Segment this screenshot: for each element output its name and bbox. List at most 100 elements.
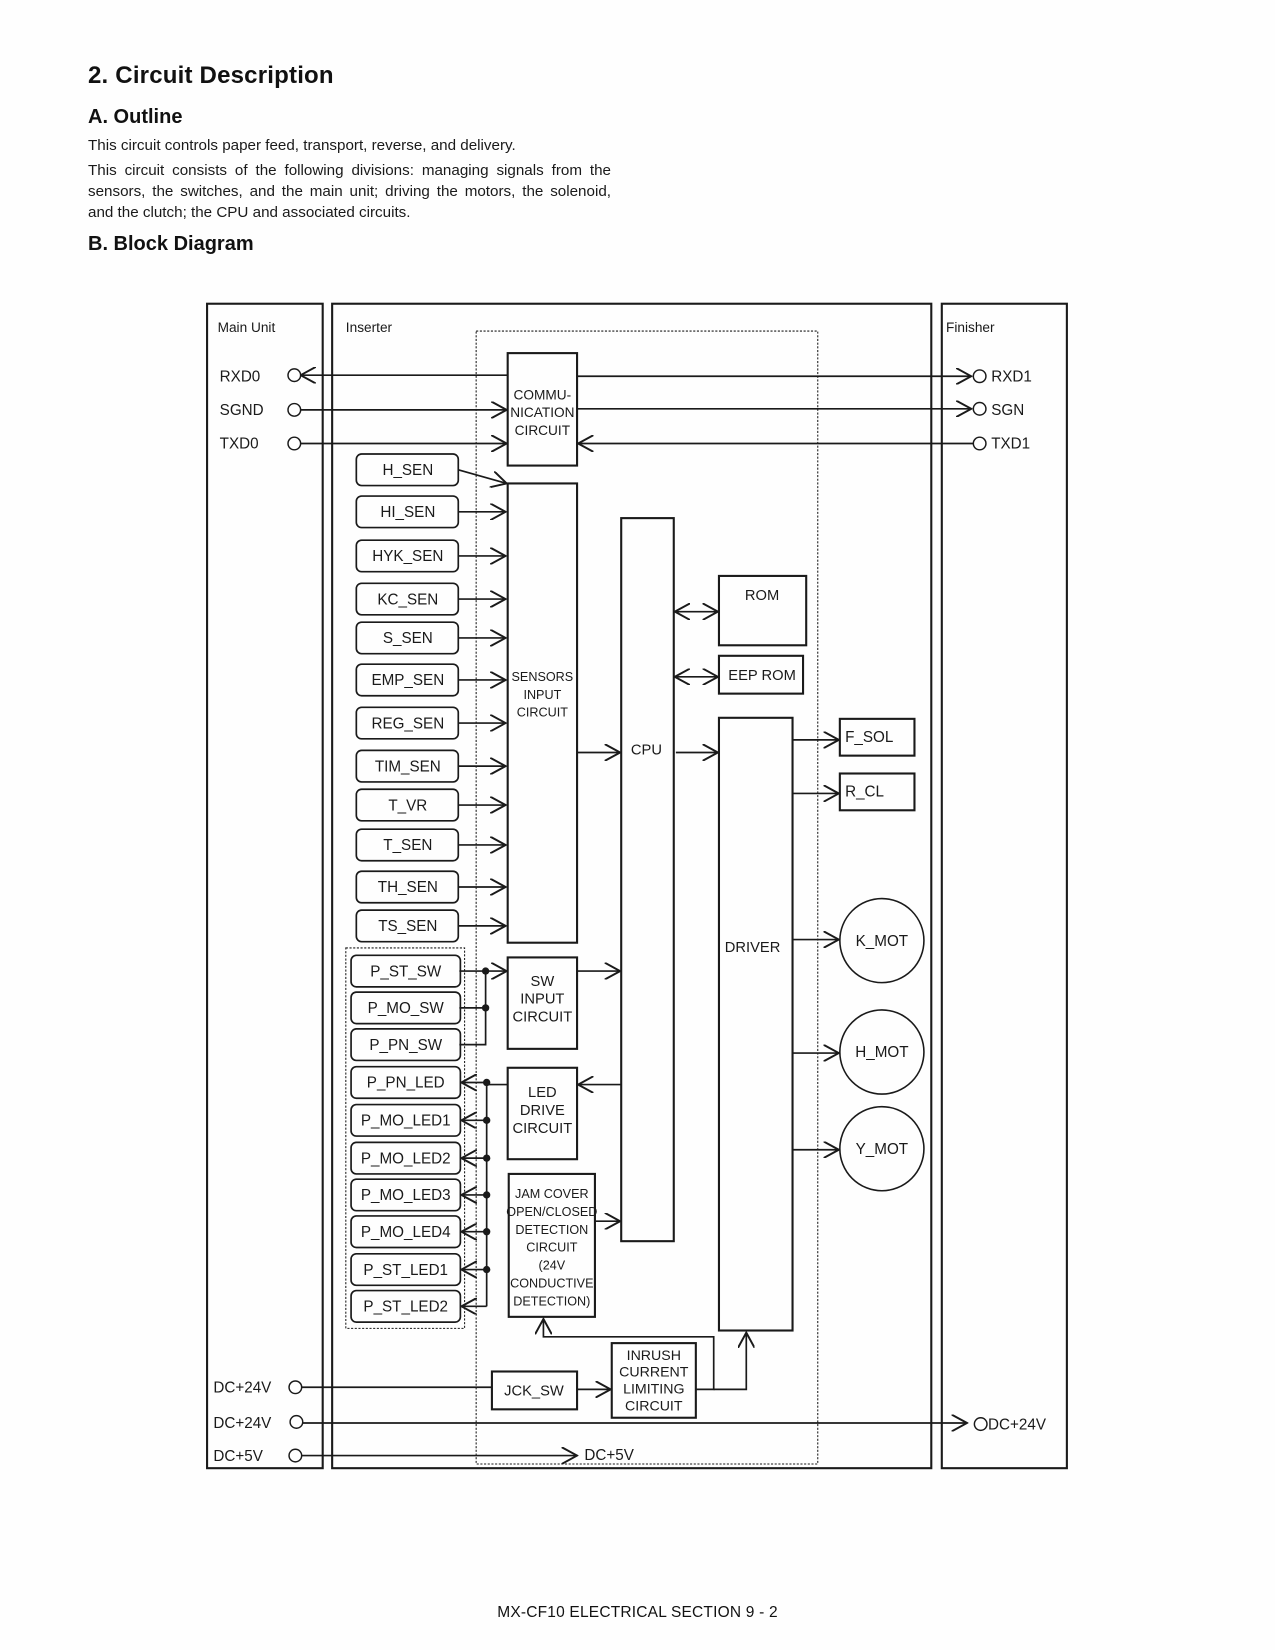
terminal-txd0 bbox=[287, 436, 302, 451]
k-mot-label: K_MOT bbox=[856, 933, 908, 950]
jam-label-2: OPEN/CLOSED bbox=[506, 1205, 597, 1219]
led-label: P_MO_LED3 bbox=[361, 1187, 451, 1204]
switch-p-st-sw: P_ST_SW bbox=[350, 954, 462, 988]
sensor-label: TS_SEN bbox=[378, 918, 437, 935]
sensor-hi-sen: HI_SEN bbox=[355, 495, 460, 529]
sensor-label: KC_SEN bbox=[377, 591, 438, 608]
jam-label-4: CIRCUIT bbox=[526, 1241, 577, 1255]
led-label: P_MO_LED1 bbox=[361, 1113, 451, 1130]
rom-label: ROM bbox=[745, 588, 779, 604]
page-footer: MX-CF10 ELECTRICAL SECTION 9 - 2 bbox=[497, 1604, 778, 1621]
main-unit-label: Main Unit bbox=[218, 320, 276, 335]
sensor-label: TH_SEN bbox=[378, 879, 438, 896]
main-unit-frame bbox=[206, 302, 324, 1470]
inrush-label-1: INRUSH bbox=[627, 1348, 681, 1364]
r-cl-label: R_CL bbox=[845, 784, 884, 801]
led-label: P_MO_LED2 bbox=[361, 1150, 451, 1167]
sensor-hyk-sen: HYK_SEN bbox=[355, 539, 460, 573]
rom-block bbox=[717, 574, 808, 647]
cpu-label: CPU bbox=[631, 743, 662, 759]
sensor-s-sen: S_SEN bbox=[355, 621, 460, 655]
label-rxd1: RXD1 bbox=[991, 368, 1032, 385]
switch-label: P_ST_SW bbox=[370, 963, 442, 980]
junction-dot bbox=[482, 1116, 491, 1124]
led-label: P_ST_LED2 bbox=[363, 1299, 448, 1316]
switch-p-pn-sw: P_PN_SW bbox=[350, 1028, 462, 1062]
sensor-label: HYK_SEN bbox=[372, 548, 443, 565]
sensor-label: S_SEN bbox=[383, 630, 433, 647]
jam-label-3: DETECTION bbox=[515, 1223, 588, 1237]
sensor-label: EMP_SEN bbox=[371, 672, 444, 689]
led-p-st-led2: P_ST_LED2 bbox=[350, 1289, 462, 1323]
terminal-dc5v bbox=[288, 1448, 303, 1463]
label-sgnd: SGND bbox=[220, 402, 264, 419]
jam-label-7: DETECTION) bbox=[513, 1294, 590, 1308]
finisher-label: Finisher bbox=[946, 320, 995, 335]
label-dc24v-b: DC+24V bbox=[213, 1415, 272, 1432]
sw-label-2: INPUT bbox=[520, 992, 564, 1008]
sensor-label: HI_SEN bbox=[380, 504, 435, 521]
label-sgn: SGN bbox=[991, 402, 1024, 419]
sw-label-1: SW bbox=[531, 974, 555, 990]
sensor-ts-sen: TS_SEN bbox=[355, 909, 460, 943]
junction-dot bbox=[482, 1078, 491, 1087]
eeprom-label: EEP ROM bbox=[728, 668, 796, 684]
label-dc24v-a: DC+24V bbox=[213, 1380, 272, 1397]
label-dc5v-board: DC+5V bbox=[584, 1447, 634, 1464]
sensors-label-1: SENSORS bbox=[512, 670, 574, 684]
h-mot-label: H_MOT bbox=[855, 1044, 908, 1061]
inrush-label-4: CIRCUIT bbox=[625, 1398, 683, 1414]
led-p-mo-led3: P_MO_LED3 bbox=[350, 1178, 462, 1212]
sensor-th-sen: TH_SEN bbox=[355, 870, 460, 904]
document-page: 2. Circuit Description A. Outline This c… bbox=[0, 0, 1275, 1650]
junction-dot bbox=[482, 1228, 491, 1236]
led-label: P_MO_LED4 bbox=[361, 1224, 451, 1241]
label-dc5v: DC+5V bbox=[213, 1448, 263, 1465]
led-p-mo-led1: P_MO_LED1 bbox=[350, 1103, 462, 1137]
led-label: P_PN_LED bbox=[367, 1075, 445, 1092]
label-finisher-dc24v: DC+24V bbox=[988, 1416, 1047, 1433]
sensor-reg-sen: REG_SEN bbox=[355, 706, 460, 740]
terminal-rxd0 bbox=[287, 368, 302, 383]
sw-label-3: CIRCUIT bbox=[513, 1010, 573, 1026]
led-p-pn-led: P_PN_LED bbox=[350, 1065, 462, 1100]
sensor-label: T_VR bbox=[388, 797, 427, 814]
label-txd0: TXD0 bbox=[220, 436, 259, 453]
sensor-h-sen: H_SEN bbox=[355, 453, 460, 487]
inserter-label: Inserter bbox=[346, 320, 393, 335]
terminal-dc24v-b bbox=[289, 1414, 304, 1429]
sensors-label-3: CIRCUIT bbox=[517, 706, 568, 720]
terminal-sgn bbox=[972, 401, 987, 416]
y-mot-label: Y_MOT bbox=[856, 1141, 908, 1158]
block-diagram: H_SEN HI_SEN HYK_SEN KC_SEN S_SEN EMP_SEN REG_… bbox=[206, 302, 1068, 1470]
led-label: P_ST_LED1 bbox=[363, 1262, 448, 1279]
jam-label-5: (24V bbox=[539, 1259, 566, 1273]
sensor-label: REG_SEN bbox=[371, 715, 444, 732]
label-rxd0: RXD0 bbox=[220, 368, 261, 385]
led-p-mo-led4: P_MO_LED4 bbox=[350, 1215, 462, 1249]
sensor-t-vr: T_VR bbox=[355, 788, 460, 822]
finisher-frame bbox=[940, 302, 1068, 1470]
switch-label: P_PN_SW bbox=[369, 1037, 442, 1054]
terminal-finisher-dc24v bbox=[973, 1417, 988, 1432]
junction-dot bbox=[482, 1265, 491, 1274]
led-label-3: CIRCUIT bbox=[513, 1121, 573, 1137]
sensor-tim-sen: TIM_SEN bbox=[355, 749, 460, 783]
sensors-label-2: INPUT bbox=[523, 688, 561, 702]
inrush-label-3: LIMITING bbox=[623, 1382, 684, 1398]
terminal-rxd1 bbox=[972, 369, 987, 384]
comm-label-2: NICATION bbox=[510, 405, 574, 420]
sensor-emp-sen: EMP_SEN bbox=[355, 663, 460, 697]
led-label-2: DRIVE bbox=[520, 1103, 565, 1119]
sensor-label: T_SEN bbox=[383, 837, 432, 854]
junction-dot bbox=[482, 1191, 491, 1199]
wire-sensor-h-sen bbox=[458, 468, 506, 484]
wire-inrush-to-driver bbox=[713, 1333, 747, 1391]
junction-dot bbox=[481, 1004, 490, 1012]
inrush-label-2: CURRENT bbox=[619, 1365, 689, 1381]
sensor-kc-sen: KC_SEN bbox=[355, 582, 460, 616]
junction-dot bbox=[482, 1154, 491, 1162]
terminal-sgnd bbox=[287, 402, 302, 417]
terminal-dc24v-a bbox=[288, 1380, 303, 1395]
cpu-block bbox=[620, 517, 675, 1243]
